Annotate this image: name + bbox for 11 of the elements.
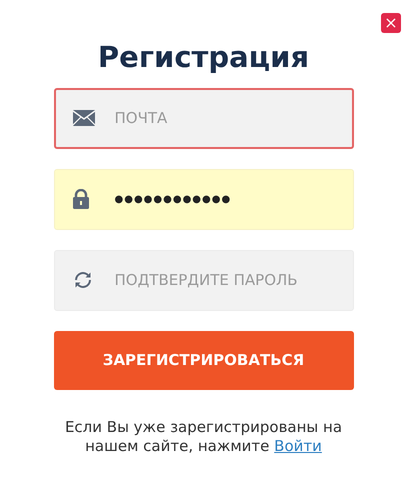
close-button[interactable]: × xyxy=(381,13,401,33)
login-hint: Если Вы уже зарегистрированы на нашем сайте, нажмите Войти xyxy=(64,418,344,457)
email-field[interactable]: ПОЧТА xyxy=(54,88,354,149)
login-link[interactable]: Войти xyxy=(274,437,322,456)
mail-icon xyxy=(72,110,94,126)
lock-icon xyxy=(72,189,88,210)
confirm-password-field[interactable]: ПОДТВЕРДИТЕ ПАРОЛЬ xyxy=(54,250,354,311)
refresh-icon xyxy=(72,270,92,290)
register-button[interactable]: ЗАРЕГИСТРИРОВАТЬСЯ xyxy=(54,330,354,390)
form-title: Регистрация xyxy=(96,42,310,74)
password-field[interactable]: ●●●●●●●●●●●● xyxy=(54,168,354,230)
